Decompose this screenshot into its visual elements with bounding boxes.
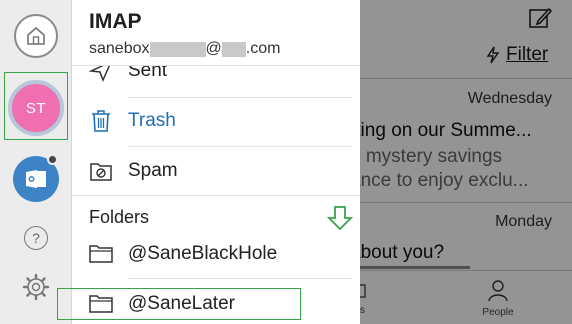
email-prefix: sanebox: [89, 40, 150, 57]
email-at: @: [205, 40, 222, 57]
avatar-initials: ST: [25, 99, 47, 117]
redaction-bar: [149, 41, 206, 57]
account-title: IMAP: [89, 10, 142, 33]
folders-section-header: Folders: [89, 207, 150, 227]
mailbox-label: Trash: [128, 110, 176, 131]
folder-drawer: IMAP sanebox @ .com Sent Trash Spam Fold…: [72, 0, 360, 324]
help-icon: ?: [32, 230, 40, 246]
folder-label: @SaneBlackHole: [128, 243, 278, 264]
gear-icon[interactable]: [22, 273, 50, 301]
mailbox-label: Spam: [128, 160, 178, 181]
folder-item[interactable]: @SaneBlackHole: [72, 229, 360, 279]
notification-dot: [47, 154, 58, 165]
account-rail: ST ?: [0, 0, 72, 324]
account-email: sanebox @ .com: [89, 40, 280, 58]
spam-folder-icon: [90, 163, 112, 181]
account-header: IMAP sanebox @ .com: [72, 0, 360, 66]
help-button[interactable]: ?: [24, 226, 48, 250]
home-icon: [27, 26, 45, 45]
email-suffix: .com: [245, 40, 281, 57]
trash-icon: [92, 110, 110, 132]
account-avatar[interactable]: ST: [8, 80, 64, 136]
selected-folder-highlight: [57, 288, 301, 320]
scroll-down-arrow-icon: [326, 206, 354, 231]
folder-icon: [89, 245, 113, 263]
mailbox-trash[interactable]: Trash: [72, 96, 360, 146]
home-button[interactable]: [0, 14, 72, 58]
outlook-icon: [26, 170, 46, 188]
mailbox-spam[interactable]: Spam: [72, 146, 360, 196]
redaction-bar: [221, 41, 246, 57]
